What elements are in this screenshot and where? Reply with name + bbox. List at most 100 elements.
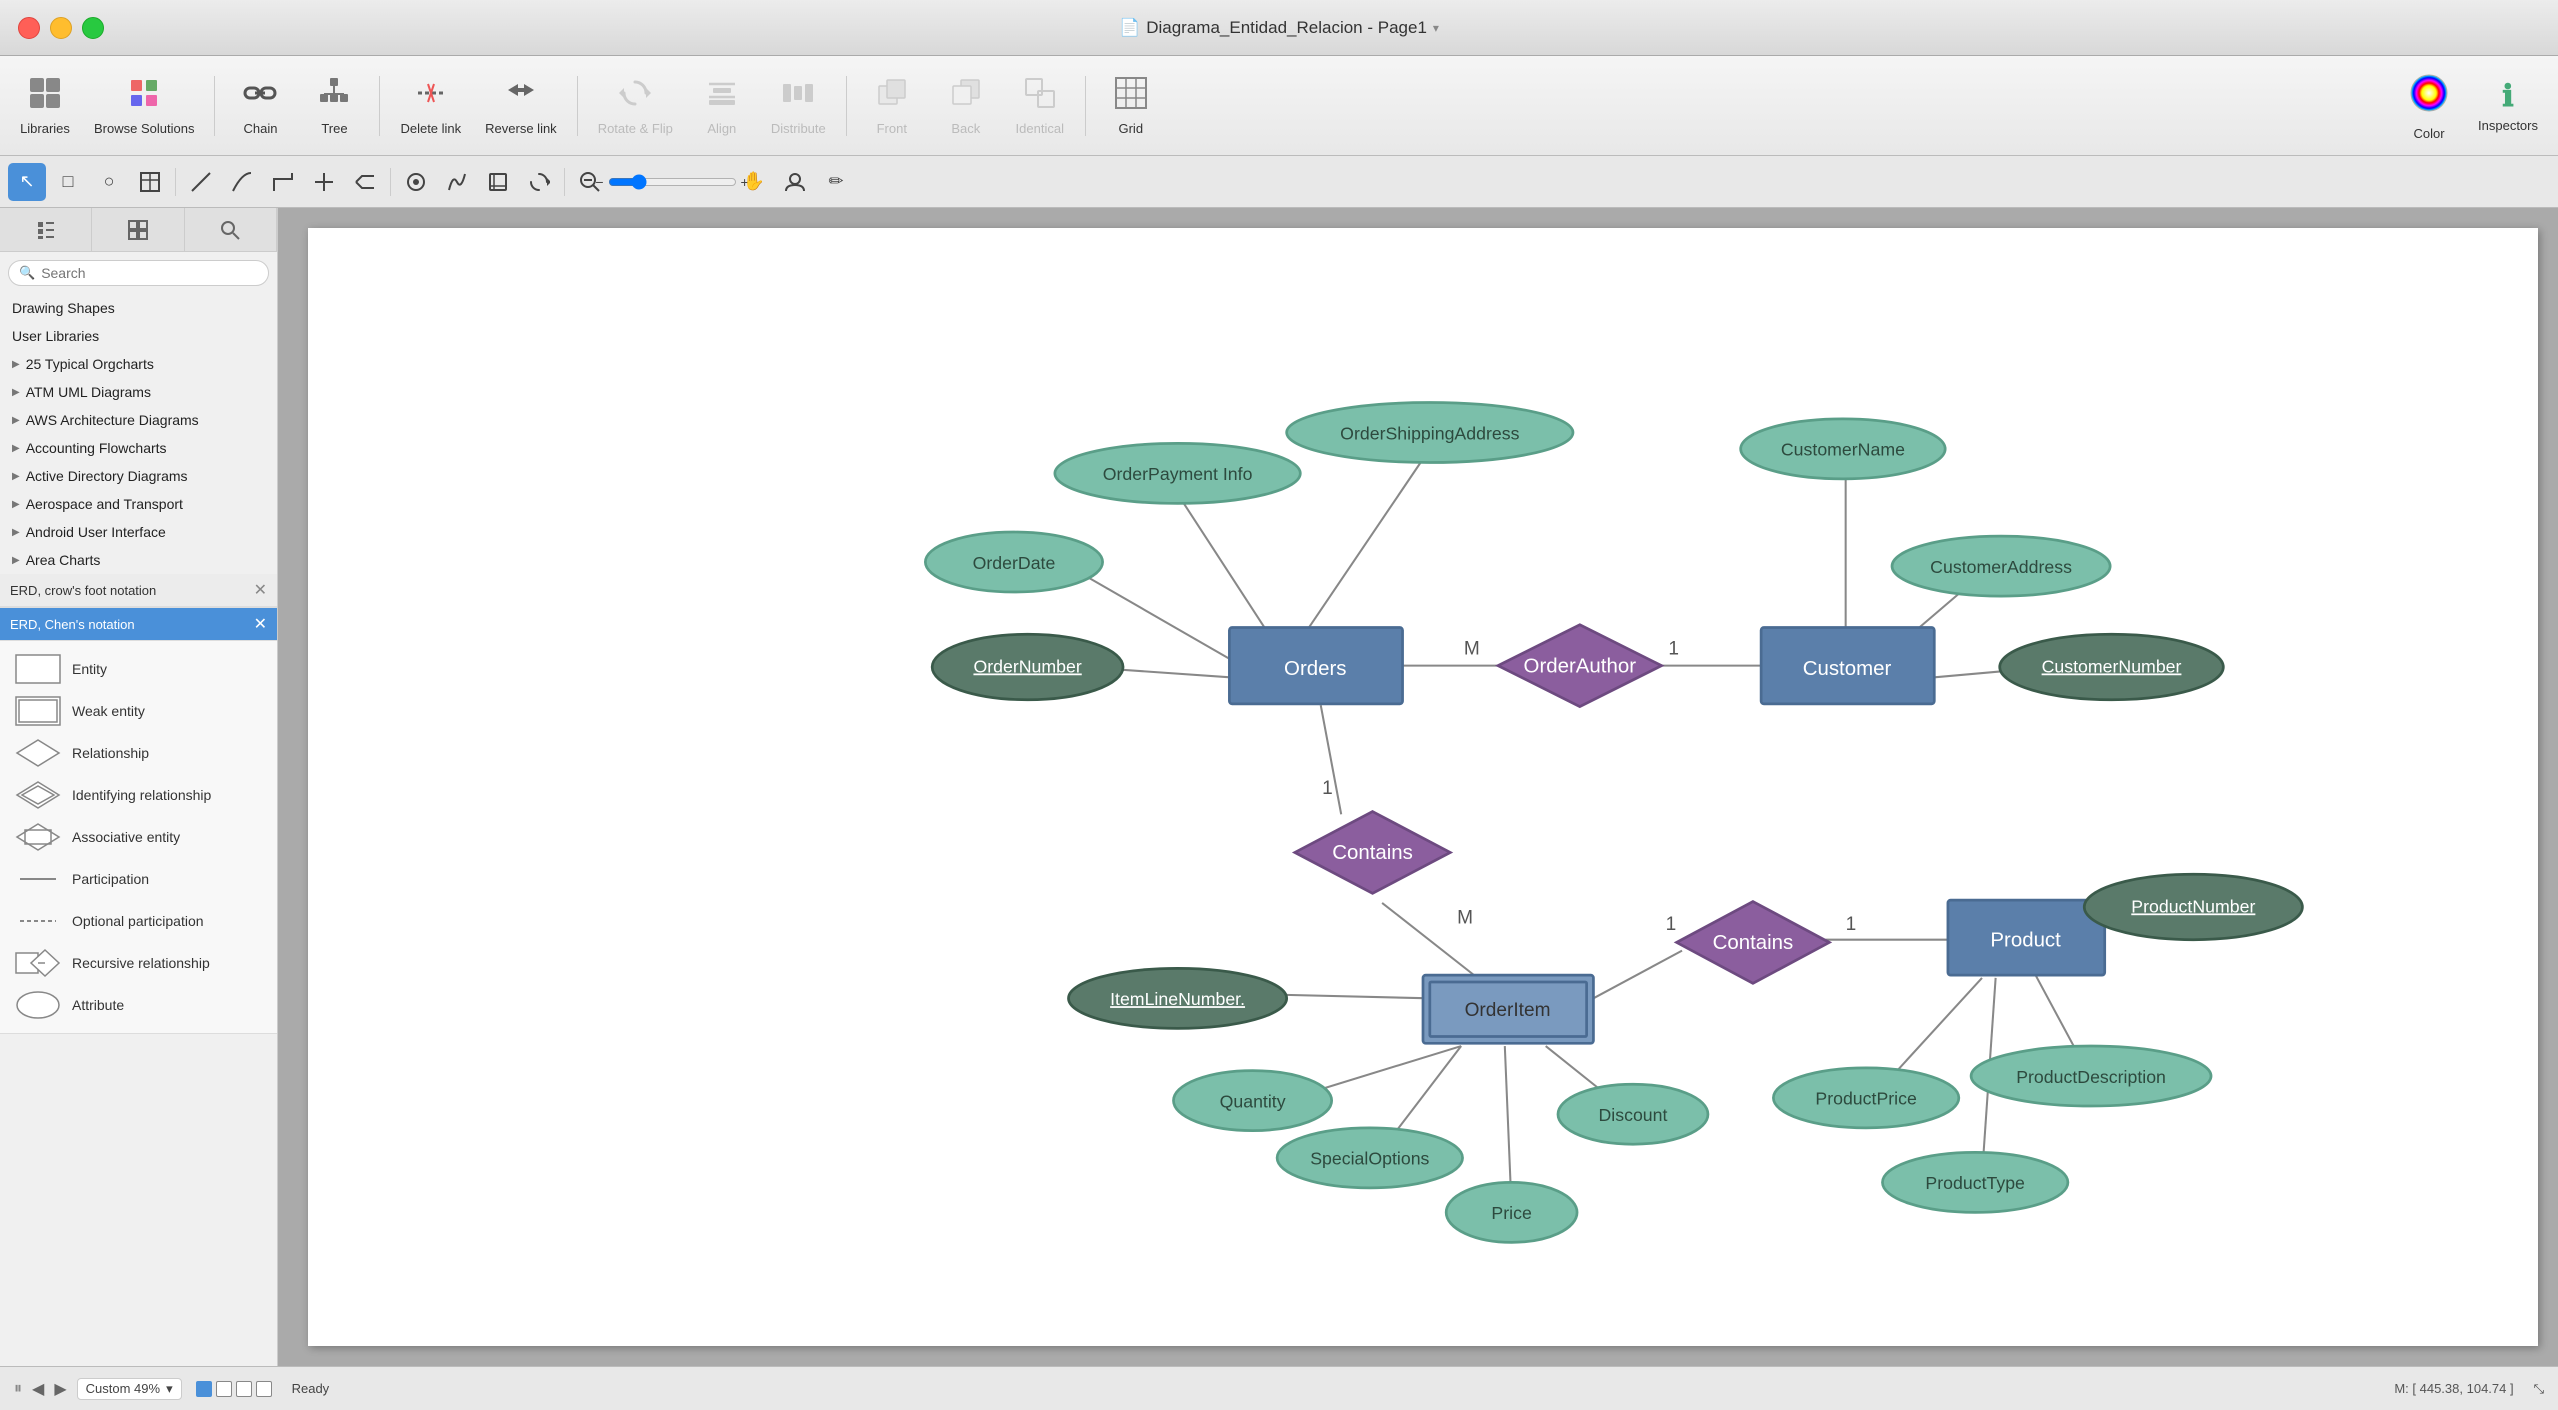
color-button[interactable]: Color bbox=[2394, 65, 2464, 147]
node-orderdate[interactable]: OrderDate bbox=[973, 553, 1056, 573]
node-producttype[interactable]: ProductType bbox=[1925, 1173, 2025, 1193]
connector-tool-2[interactable] bbox=[223, 163, 261, 201]
minimize-button[interactable] bbox=[50, 17, 72, 39]
sidebar-tab-list[interactable] bbox=[0, 208, 92, 251]
sidebar-item-accounting[interactable]: ▶ Accounting Flowcharts bbox=[0, 434, 277, 462]
pen-tool[interactable]: ✏ bbox=[817, 163, 855, 201]
lib-item-identifying-rel[interactable]: Identifying relationship bbox=[8, 775, 269, 815]
lib-item-recursive-rel[interactable]: Recursive relationship bbox=[8, 943, 269, 983]
sidebar-item-atm-uml[interactable]: ▶ ATM UML Diagrams bbox=[0, 378, 277, 406]
connector-tool-3[interactable] bbox=[264, 163, 302, 201]
lib-item-entity[interactable]: Entity bbox=[8, 649, 269, 689]
lib-panel-erd-crow-close[interactable]: ✕ bbox=[254, 580, 267, 600]
pan-tool[interactable]: ✋ bbox=[735, 163, 773, 201]
tree-button[interactable]: Tree bbox=[299, 70, 369, 142]
node-orderitem[interactable]: OrderItem bbox=[1465, 1000, 1551, 1021]
node-specialoptions[interactable]: SpecialOptions bbox=[1310, 1149, 1429, 1169]
lib-panel-erd-chen-close[interactable]: ✕ bbox=[254, 614, 267, 634]
sidebar-item-drawing-shapes[interactable]: Drawing Shapes bbox=[0, 294, 277, 322]
sidebar-item-aerospace[interactable]: ▶ Aerospace and Transport bbox=[0, 490, 277, 518]
align-button[interactable]: Align bbox=[687, 70, 757, 142]
canvas-area[interactable]: M 1 1 M 1 1 OrderShippingAddress OrderPa… bbox=[278, 208, 2558, 1366]
node-customer[interactable]: Customer bbox=[1803, 657, 1892, 680]
node-ordershipaddr[interactable]: OrderShippingAddress bbox=[1340, 423, 1519, 443]
node-customername[interactable]: CustomerName bbox=[1781, 440, 1905, 460]
reverse-link-button[interactable]: Reverse link bbox=[475, 70, 567, 142]
connector-tool-5[interactable] bbox=[346, 163, 384, 201]
node-productprice[interactable]: ProductPrice bbox=[1815, 1089, 1917, 1109]
connector-tool-4[interactable] bbox=[305, 163, 343, 201]
node-orderpayinfo[interactable]: OrderPayment Info bbox=[1103, 464, 1253, 484]
sidebar-item-25-orgcharts[interactable]: ▶ 25 Typical Orgcharts bbox=[0, 350, 277, 378]
diagram-canvas[interactable]: M 1 1 M 1 1 OrderShippingAddress OrderPa… bbox=[308, 228, 2538, 1346]
lib-item-weak-entity[interactable]: Weak entity bbox=[8, 691, 269, 731]
lib-item-associative[interactable]: Associative entity bbox=[8, 817, 269, 857]
rotate-tool[interactable] bbox=[520, 163, 558, 201]
node-customernumber[interactable]: CustomerNumber bbox=[2042, 656, 2182, 676]
node-product[interactable]: Product bbox=[1990, 929, 2061, 952]
node-orderauthor[interactable]: OrderAuthor bbox=[1524, 654, 1637, 677]
sidebar-item-area-charts[interactable]: ▶ Area Charts bbox=[0, 546, 277, 574]
front-button[interactable]: Front bbox=[857, 70, 927, 142]
libraries-button[interactable]: Libraries bbox=[10, 70, 80, 142]
node-ordernumber[interactable]: OrderNumber bbox=[973, 656, 1081, 676]
node-productnumber[interactable]: ProductNumber bbox=[2131, 896, 2255, 916]
lib-panel-erd-crow-header[interactable]: ERD, crow's foot notation ✕ bbox=[0, 574, 277, 607]
sidebar-tab-grid[interactable] bbox=[92, 208, 184, 251]
pause-icon[interactable]: ⏸ bbox=[14, 1380, 22, 1398]
chain-button[interactable]: Chain bbox=[225, 70, 295, 142]
lib-item-optional-participation[interactable]: Optional participation bbox=[8, 901, 269, 941]
connector-tool-1[interactable] bbox=[182, 163, 220, 201]
title-dropdown-arrow[interactable]: ▾ bbox=[1433, 21, 1439, 35]
lib-panel-erd-chen-header[interactable]: ERD, Chen's notation ✕ bbox=[0, 608, 277, 641]
node-customeraddr[interactable]: CustomerAddress bbox=[1930, 557, 2072, 577]
node-price[interactable]: Price bbox=[1491, 1203, 1532, 1223]
pointer-tool[interactable]: ↖ bbox=[8, 163, 46, 201]
sidebar-tab-search[interactable] bbox=[185, 208, 277, 251]
grid-button[interactable]: Grid bbox=[1096, 70, 1166, 142]
lib-item-relationship[interactable]: Relationship bbox=[8, 733, 269, 773]
libraries-label: Libraries bbox=[20, 121, 70, 136]
search-input[interactable] bbox=[41, 265, 258, 281]
sidebar-item-aws[interactable]: ▶ AWS Architecture Diagrams bbox=[0, 406, 277, 434]
back-button[interactable]: Back bbox=[931, 70, 1001, 142]
identical-button[interactable]: Identical bbox=[1005, 70, 1075, 142]
rect-tool[interactable]: □ bbox=[49, 163, 87, 201]
ellipse-tool[interactable]: ○ bbox=[90, 163, 128, 201]
node-contains1[interactable]: Contains bbox=[1332, 841, 1413, 864]
page-dot-3[interactable] bbox=[236, 1381, 252, 1397]
page-dot-1[interactable] bbox=[196, 1381, 212, 1397]
delete-link-button[interactable]: Delete link bbox=[390, 70, 471, 142]
node-contains2[interactable]: Contains bbox=[1713, 931, 1794, 954]
table-tool[interactable] bbox=[131, 163, 169, 201]
page-dot-4[interactable] bbox=[256, 1381, 272, 1397]
waypoint-tool[interactable] bbox=[397, 163, 435, 201]
sidebar-item-active-dir[interactable]: ▶ Active Directory Diagrams bbox=[0, 462, 277, 490]
expand-button[interactable]: ⤡ bbox=[2534, 1381, 2544, 1397]
node-itemlinenumber[interactable]: ItemLineNumber. bbox=[1110, 989, 1245, 1009]
node-orders[interactable]: Orders bbox=[1284, 657, 1346, 680]
close-button[interactable] bbox=[18, 17, 40, 39]
sidebar-item-android-ui[interactable]: ▶ Android User Interface bbox=[0, 518, 277, 546]
node-discount[interactable]: Discount bbox=[1598, 1105, 1667, 1125]
page-dot-2[interactable] bbox=[216, 1381, 232, 1397]
node-productdesc[interactable]: ProductDescription bbox=[2016, 1067, 2166, 1087]
rotate-flip-button[interactable]: Rotate & Flip bbox=[588, 70, 683, 142]
browse-solutions-button[interactable]: Browse Solutions bbox=[84, 70, 204, 142]
sidebar-item-user-libraries[interactable]: User Libraries bbox=[0, 322, 277, 350]
user-tool[interactable] bbox=[776, 163, 814, 201]
node-quantity[interactable]: Quantity bbox=[1220, 1091, 1286, 1111]
lib-item-participation[interactable]: Participation bbox=[8, 859, 269, 899]
lib-item-attribute[interactable]: Attribute bbox=[8, 985, 269, 1025]
zoom-range[interactable] bbox=[608, 174, 737, 190]
crop-tool[interactable] bbox=[479, 163, 517, 201]
ready-label: Ready bbox=[292, 1381, 330, 1396]
distribute-button[interactable]: Distribute bbox=[761, 70, 836, 142]
inspectors-button[interactable]: ℹ Inspectors bbox=[2468, 73, 2548, 139]
prev-page-button[interactable]: ◀ bbox=[32, 1379, 44, 1399]
next-page-button[interactable]: ▶ bbox=[54, 1379, 66, 1399]
maximize-button[interactable] bbox=[82, 17, 104, 39]
freehand-tool[interactable] bbox=[438, 163, 476, 201]
zoom-slider[interactable]: − + bbox=[612, 163, 732, 201]
zoom-control[interactable]: Custom 49% ▾ bbox=[77, 1378, 182, 1400]
